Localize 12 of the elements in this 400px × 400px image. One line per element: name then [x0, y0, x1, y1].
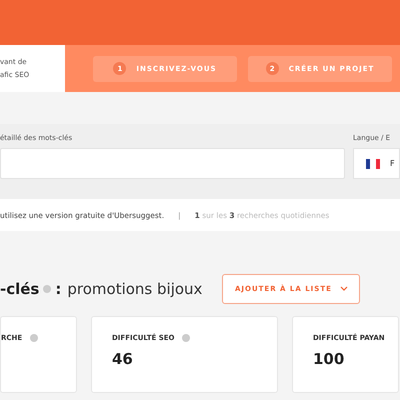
card-value: 100	[313, 350, 346, 368]
heading-separator: :	[55, 280, 62, 298]
heading-keyword: promotions bijoux	[67, 280, 202, 298]
info-icon	[30, 334, 38, 342]
info-icon	[43, 285, 52, 293]
caret-icon	[340, 286, 348, 292]
card-value: 46	[112, 350, 134, 368]
heading-title: -clés	[0, 280, 40, 298]
info-icon	[182, 334, 190, 342]
language-select[interactable]: F	[353, 148, 400, 179]
keyword-field[interactable]	[0, 148, 345, 179]
flag-icon	[366, 158, 380, 168]
